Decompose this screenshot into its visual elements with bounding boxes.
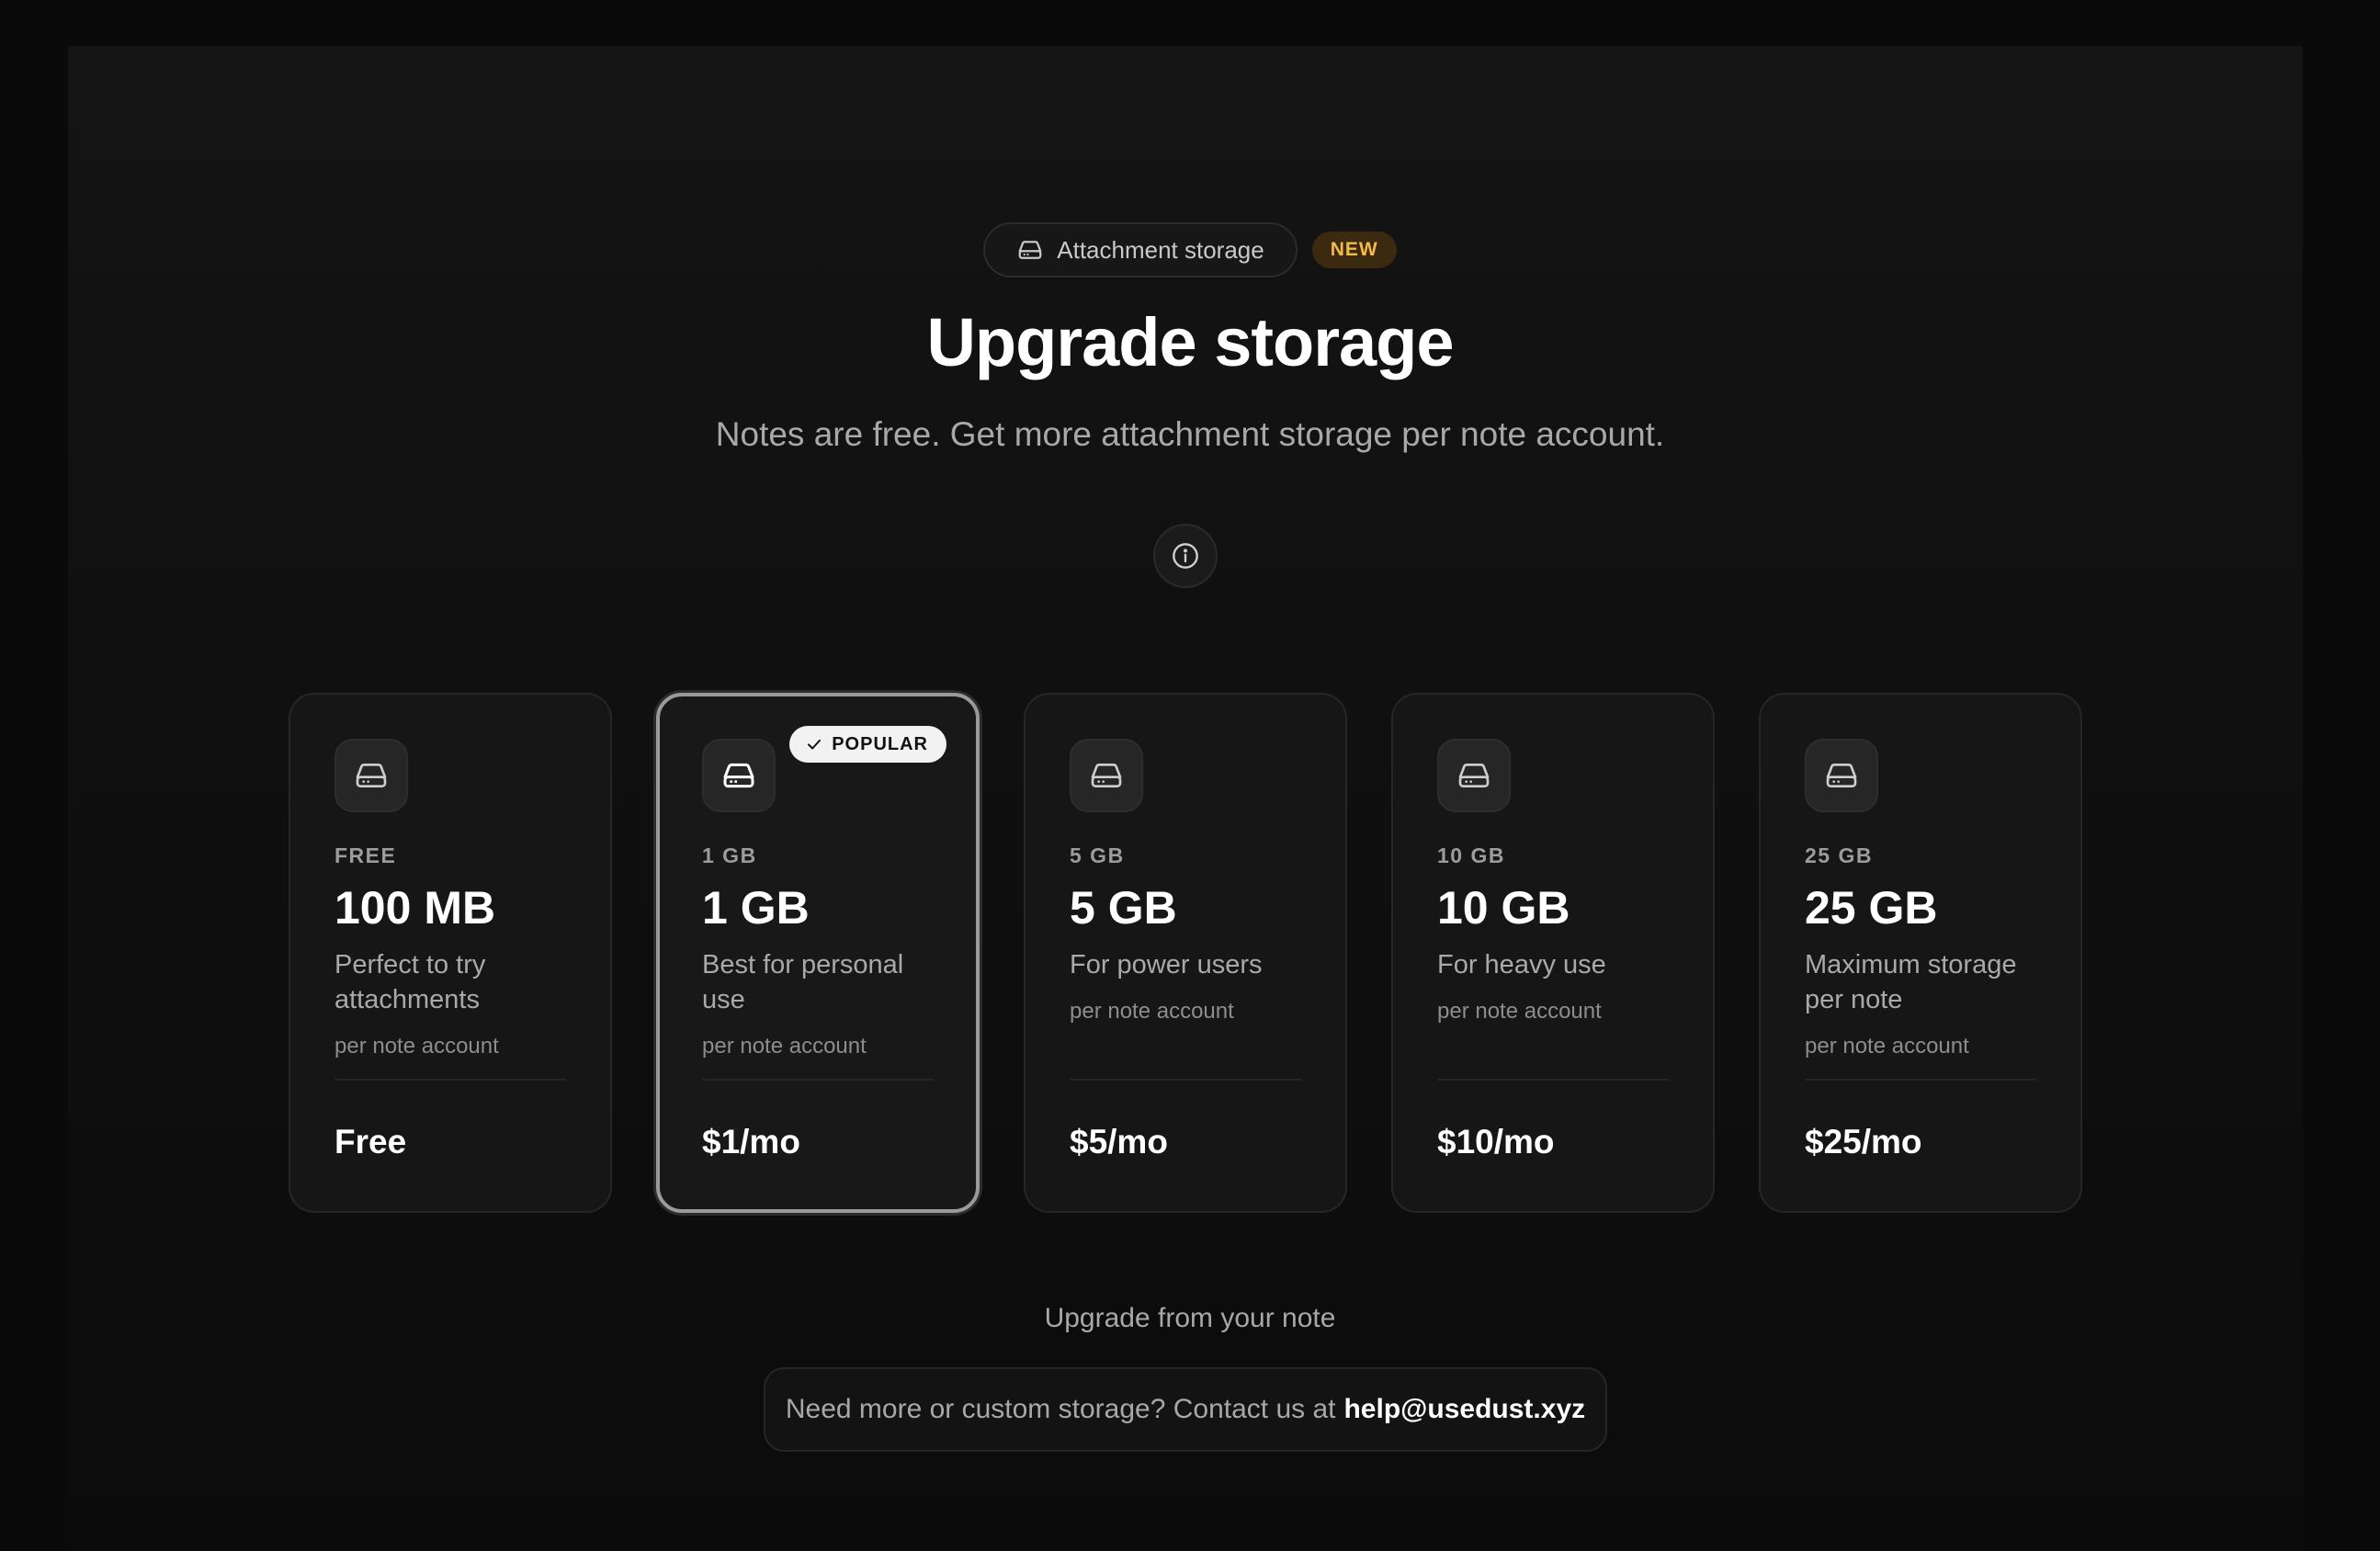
plan-card-10gb[interactable]: 10 GB 10 GB For heavy use per note accou… <box>1391 693 1715 1213</box>
contact-email-link[interactable]: help@usedust.xyz <box>1343 1394 1585 1425</box>
plan-divider <box>1437 1079 1669 1081</box>
popular-badge-label: POPULAR <box>832 733 928 754</box>
storage-upgrade-page: Attachment storage NEW Upgrade storage N… <box>0 0 2380 1551</box>
plan-card-5gb[interactable]: 5 GB 5 GB For power users per note accou… <box>1024 693 1347 1213</box>
hard-drive-icon <box>1091 764 1122 787</box>
plan-price: $10/mo <box>1437 1123 1555 1160</box>
plan-price: $25/mo <box>1805 1123 1922 1160</box>
plan-price: $5/mo <box>1070 1123 1168 1160</box>
contact-banner: Need more or custom storage? Contact us … <box>764 1367 1607 1452</box>
header-pills: Attachment storage NEW <box>0 222 2380 277</box>
plan-size: 100 MB <box>334 882 496 934</box>
plan-per-label: per note account <box>1437 999 1602 1024</box>
page-subtitle: Notes are free. Get more attachment stor… <box>715 415 1665 453</box>
plan-tier: 10 GB <box>1437 843 1505 867</box>
plan-divider <box>1805 1079 2036 1081</box>
plan-description: Best for personal use <box>702 950 904 1014</box>
plan-per-label: per note account <box>1805 1034 1969 1059</box>
upgrade-note: Upgrade from your note <box>1044 1303 1336 1333</box>
plan-card-free[interactable]: FREE 100 MB Perfect to try attachments p… <box>289 693 612 1213</box>
plan-price: $1/mo <box>702 1123 800 1160</box>
plan-tier: FREE <box>334 843 397 867</box>
attachment-storage-pill: Attachment storage <box>983 222 1298 277</box>
plan-card-1gb[interactable]: POPULAR 1 GB 1 GB Best for personal use … <box>656 693 980 1213</box>
plan-card-25gb[interactable]: 25 GB 25 GB Maximum storage per note per… <box>1759 693 2082 1213</box>
plan-icon-box <box>1437 739 1511 812</box>
plan-tier: 25 GB <box>1805 843 1873 867</box>
plan-icon-box <box>1070 739 1143 812</box>
hard-drive-icon <box>723 763 754 788</box>
hard-drive-icon <box>356 764 387 787</box>
plan-description: For power users <box>1070 950 1263 979</box>
plan-icon-box <box>334 739 408 812</box>
plan-size: 25 GB <box>1805 882 1938 934</box>
info-button[interactable] <box>1153 524 1218 588</box>
attachment-storage-label: Attachment storage <box>1057 235 1264 264</box>
check-icon <box>808 739 822 750</box>
plan-tier: 1 GB <box>702 843 757 867</box>
plan-size: 1 GB <box>702 882 810 934</box>
info-icon <box>1173 543 1198 569</box>
plan-divider <box>1070 1079 1301 1081</box>
popular-badge: POPULAR <box>789 726 946 763</box>
plan-price: Free <box>334 1123 407 1160</box>
plan-per-label: per note account <box>1070 999 1234 1024</box>
plan-icon-box <box>1805 739 1878 812</box>
plan-divider <box>334 1079 566 1081</box>
plan-size: 10 GB <box>1437 882 1570 934</box>
hard-drive-icon <box>1458 764 1490 787</box>
plan-tier: 5 GB <box>1070 843 1125 867</box>
plan-size: 5 GB <box>1070 882 1177 934</box>
plan-per-label: per note account <box>702 1034 867 1059</box>
plan-description: For heavy use <box>1437 950 1606 979</box>
plan-divider <box>702 1079 934 1081</box>
hard-drive-icon <box>1018 241 1042 259</box>
page-title: Upgrade storage <box>926 304 1454 380</box>
plan-per-label: per note account <box>334 1034 499 1059</box>
plan-cards: FREE 100 MB Perfect to try attachments p… <box>289 693 2082 1213</box>
new-badge: NEW <box>1311 232 1397 268</box>
plan-description: Perfect to try attachments <box>334 950 486 1014</box>
plan-icon-box <box>702 739 776 812</box>
plan-description: Maximum storage per note <box>1805 950 2017 1014</box>
contact-text: Need more or custom storage? Contact us … <box>785 1394 1336 1424</box>
hard-drive-icon <box>1826 764 1857 787</box>
